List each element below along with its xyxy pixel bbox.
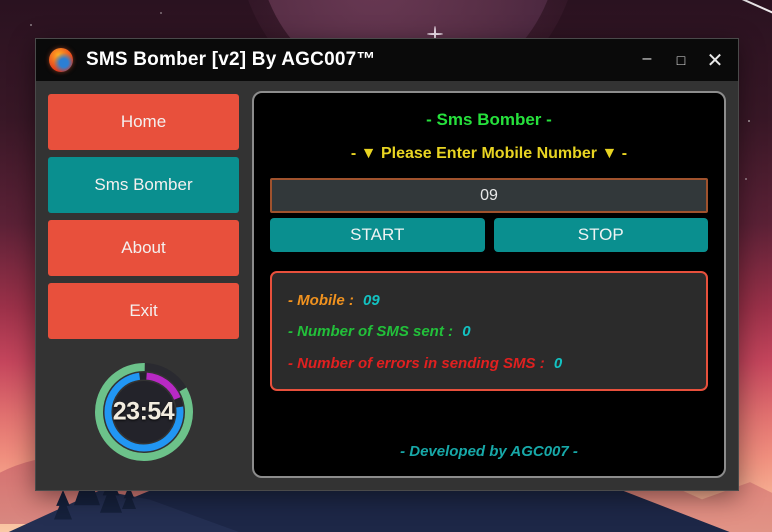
window-title: SMS Bomber [v2] By AGC007™: [86, 49, 376, 70]
star-dot: [30, 24, 32, 26]
close-button[interactable]: ✕: [698, 43, 732, 77]
sidebar-item-home[interactable]: Home: [48, 94, 239, 150]
minimize-button[interactable]: –: [630, 43, 664, 77]
countdown-timer: 23:54: [92, 360, 196, 464]
star-dot: [745, 178, 747, 180]
sidebar-item-about[interactable]: About: [48, 220, 239, 276]
window-controls: – □ ✕: [630, 43, 732, 77]
developer-credit: - Developed by AGC007 -: [400, 443, 578, 460]
maximize-button[interactable]: □: [664, 43, 698, 77]
status-sent-label: - Number of SMS sent :: [288, 323, 454, 341]
main-panel: - Sms Bomber - - ▼ Please Enter Mobile N…: [252, 91, 726, 478]
start-button[interactable]: START: [270, 218, 485, 252]
timer-widget-wrap: 23:54: [48, 360, 239, 464]
status-sent-value: 0: [462, 323, 471, 341]
timer-value: 23:54: [112, 397, 175, 426]
window-body: Home Sms Bomber About Exit 23:54 - Sms B…: [36, 81, 738, 490]
stop-button[interactable]: STOP: [493, 218, 708, 252]
status-errors-value: 0: [553, 354, 563, 372]
status-sent-row: - Number of SMS sent : 0: [288, 323, 690, 340]
status-errors-label: - Number of errors in sending SMS :: [288, 354, 545, 372]
window-titlebar[interactable]: SMS Bomber [v2] By AGC007™ – □ ✕: [36, 39, 738, 81]
desktop-wallpaper: SMS Bomber [v2] By AGC007™ – □ ✕ Home Sm…: [0, 0, 772, 532]
shooting-star-icon: [675, 0, 772, 16]
sidebar-item-sms-bomber[interactable]: Sms Bomber: [48, 157, 239, 213]
star-dot: [748, 120, 750, 122]
mobile-number-input[interactable]: [270, 178, 708, 213]
app-window: SMS Bomber [v2] By AGC007™ – □ ✕ Home Sm…: [35, 38, 739, 491]
sidebar: Home Sms Bomber About Exit 23:54: [48, 91, 239, 478]
app-logo-icon: [49, 48, 73, 72]
status-errors-row: - Number of errors in sending SMS : 0: [288, 355, 690, 372]
page-title: - Sms Bomber -: [426, 110, 552, 129]
status-mobile-value: 09: [363, 292, 380, 310]
action-row: START STOP: [270, 218, 708, 252]
sidebar-item-exit[interactable]: Exit: [48, 283, 239, 339]
star-dot: [160, 12, 162, 14]
status-box: - Mobile : 09 - Number of SMS sent : 0 -…: [270, 271, 708, 391]
status-mobile-label: - Mobile :: [288, 292, 354, 310]
status-mobile-row: - Mobile : 09: [288, 292, 690, 309]
page-subtitle: - ▼ Please Enter Mobile Number ▼ -: [350, 145, 628, 162]
